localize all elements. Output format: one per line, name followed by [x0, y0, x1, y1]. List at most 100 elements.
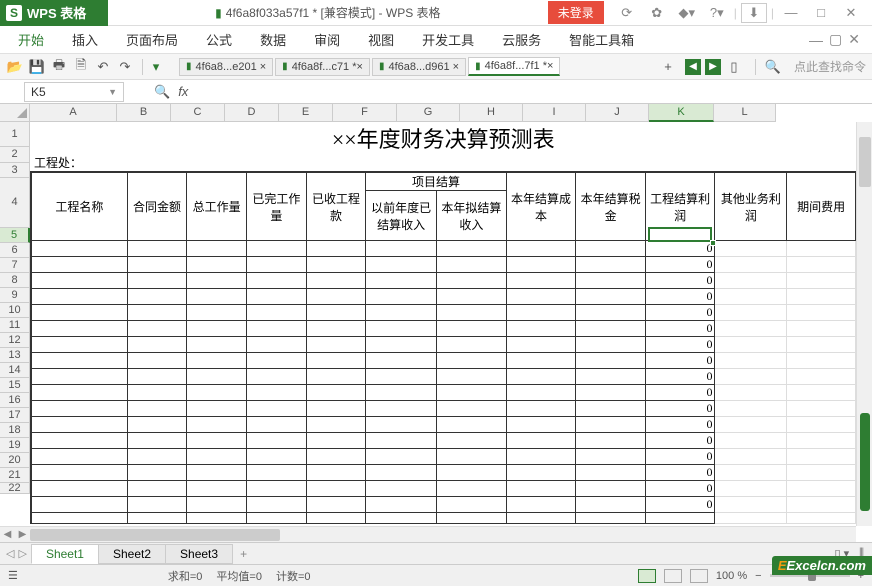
cell[interactable]	[246, 433, 306, 449]
cell[interactable]: 0	[645, 305, 715, 321]
document-tab[interactable]: ▮4f6a8...d961 ×	[372, 58, 466, 76]
cell[interactable]	[31, 337, 127, 353]
cell[interactable]	[127, 449, 187, 465]
table-header[interactable]: 工程名称	[31, 172, 127, 241]
cell[interactable]	[366, 305, 437, 321]
cell[interactable]: 0	[645, 417, 715, 433]
column-header[interactable]: A	[30, 104, 117, 122]
minimize-button[interactable]: —	[778, 3, 804, 23]
cell[interactable]	[366, 353, 437, 369]
cell[interactable]	[506, 369, 576, 385]
view-break-button[interactable]	[690, 569, 708, 583]
department-label[interactable]: 工程处：	[31, 154, 856, 172]
cell[interactable]	[187, 433, 247, 449]
row-header[interactable]: 21	[0, 468, 30, 483]
hscroll-left-icon[interactable]: ◀	[0, 527, 15, 542]
cell[interactable]	[437, 353, 507, 369]
column-header[interactable]: D	[225, 104, 279, 122]
skin-icon[interactable]: ◆▾	[674, 3, 700, 23]
row-header[interactable]: 10	[0, 303, 30, 318]
cell[interactable]	[127, 241, 187, 257]
cell[interactable]: 0	[645, 353, 715, 369]
fill-handle[interactable]	[710, 240, 716, 246]
cell[interactable]	[715, 497, 787, 513]
table-header[interactable]: 其他业务利润	[715, 172, 787, 241]
cell[interactable]	[31, 289, 127, 305]
cell[interactable]	[31, 497, 127, 513]
cell[interactable]	[506, 401, 576, 417]
row-header[interactable]: 13	[0, 348, 30, 363]
cell[interactable]	[437, 305, 507, 321]
cell[interactable]	[715, 513, 787, 524]
cell[interactable]: 0	[645, 481, 715, 497]
sheet-tab[interactable]: Sheet3	[165, 544, 233, 564]
cell[interactable]	[306, 289, 366, 305]
cell[interactable]	[787, 385, 856, 401]
cell[interactable]	[715, 321, 787, 337]
column-header[interactable]: G	[397, 104, 460, 122]
menu-item[interactable]: 数据	[246, 26, 300, 54]
vscroll-thumb[interactable]	[859, 137, 871, 187]
cell[interactable]	[127, 337, 187, 353]
cell[interactable]	[246, 257, 306, 273]
cell[interactable]	[246, 369, 306, 385]
print-preview-icon[interactable]: 🗎	[72, 58, 90, 76]
menubar-close-icon[interactable]: ✕	[848, 31, 860, 48]
cell[interactable]	[31, 241, 127, 257]
table-header[interactable]: 合同金额	[127, 172, 187, 241]
row-header[interactable]: 20	[0, 453, 30, 468]
cell[interactable]: 0	[645, 433, 715, 449]
table-header[interactable]: 期间费用	[787, 172, 856, 241]
cell[interactable]	[31, 465, 127, 481]
cell[interactable]	[506, 321, 576, 337]
cell[interactable]	[437, 401, 507, 417]
search-command-input[interactable]: 点此查找命令	[794, 58, 866, 75]
cell[interactable]	[246, 449, 306, 465]
table-header[interactable]: 以前年度已结算收入	[366, 191, 437, 241]
column-header[interactable]: J	[586, 104, 649, 122]
cell[interactable]	[715, 449, 787, 465]
column-header[interactable]: L	[714, 104, 776, 122]
cell[interactable]	[437, 289, 507, 305]
hscroll-thumb[interactable]	[30, 529, 280, 541]
menu-item[interactable]: 智能工具箱	[555, 26, 648, 54]
cell[interactable]	[506, 353, 576, 369]
cell[interactable]	[437, 449, 507, 465]
cell[interactable]	[306, 481, 366, 497]
cell[interactable]	[306, 257, 366, 273]
cell[interactable]	[576, 353, 646, 369]
cell[interactable]	[576, 417, 646, 433]
cell[interactable]	[127, 305, 187, 321]
cell[interactable]	[437, 273, 507, 289]
column-header[interactable]: E	[279, 104, 333, 122]
cell[interactable]	[246, 401, 306, 417]
statusbar-menu-icon[interactable]: ☰	[8, 569, 18, 582]
cell[interactable]	[715, 241, 787, 257]
cell[interactable]	[246, 305, 306, 321]
cell[interactable]	[787, 401, 856, 417]
cell[interactable]	[187, 353, 247, 369]
cell[interactable]	[787, 433, 856, 449]
cell[interactable]	[366, 257, 437, 273]
cell[interactable]	[787, 289, 856, 305]
cell[interactable]	[366, 433, 437, 449]
cell[interactable]	[127, 257, 187, 273]
cell[interactable]	[715, 273, 787, 289]
table-header[interactable]: 已完工作量	[246, 172, 306, 241]
login-button[interactable]: 未登录	[548, 1, 604, 24]
cell[interactable]	[187, 273, 247, 289]
horizontal-scrollbar[interactable]: ◀ ▶	[0, 526, 856, 542]
name-box-dropdown-icon[interactable]: ▼	[108, 87, 117, 97]
table-header[interactable]: 已收工程款	[306, 172, 366, 241]
cell[interactable]: 0	[645, 289, 715, 305]
cell[interactable]	[306, 337, 366, 353]
cell[interactable]	[187, 289, 247, 305]
formula-search-icon[interactable]: 🔍	[154, 84, 170, 100]
cell[interactable]	[127, 369, 187, 385]
cell[interactable]	[506, 417, 576, 433]
cell[interactable]: 0	[645, 497, 715, 513]
select-all-corner[interactable]	[0, 104, 30, 122]
cell[interactable]	[187, 449, 247, 465]
row-header[interactable]: 3	[0, 163, 30, 178]
cell[interactable]	[715, 481, 787, 497]
